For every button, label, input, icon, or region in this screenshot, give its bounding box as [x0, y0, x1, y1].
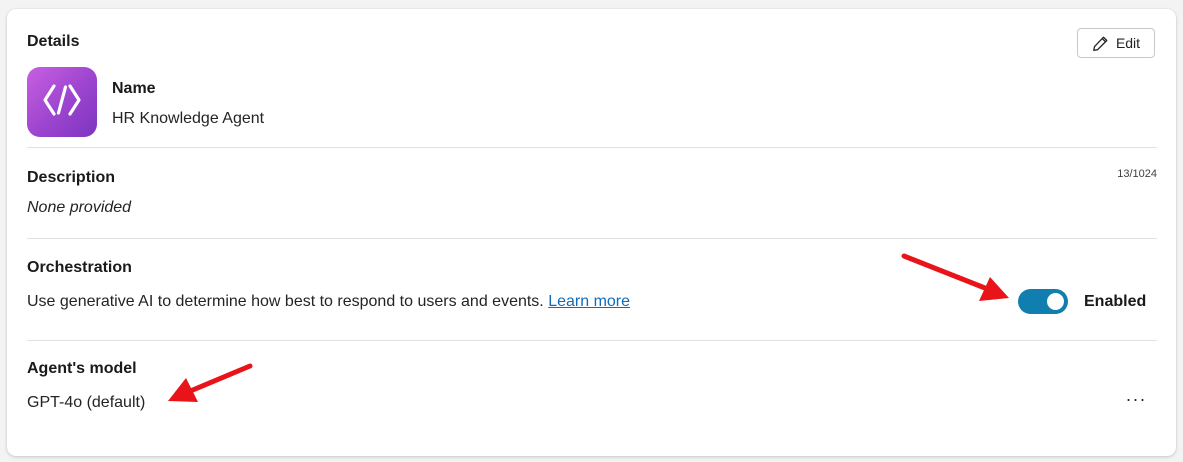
description-value: None provided	[27, 199, 132, 216]
more-options-button[interactable]: ···	[1121, 387, 1151, 411]
divider	[27, 340, 1157, 341]
orchestration-label: Orchestration	[27, 259, 132, 276]
name-label: Name	[112, 80, 156, 97]
name-value: HR Knowledge Agent	[112, 110, 265, 127]
edit-button[interactable]: Edit	[1077, 28, 1155, 58]
section-title: Details	[27, 33, 80, 50]
model-label: Agent's model	[27, 360, 137, 377]
orchestration-toggle[interactable]	[1018, 289, 1068, 314]
orchestration-description: Use generative AI to determine how best …	[27, 293, 544, 310]
divider	[27, 147, 1157, 148]
agent-avatar	[27, 67, 97, 137]
code-brackets-icon	[40, 80, 84, 125]
toggle-status-label: Enabled	[1084, 293, 1147, 310]
divider	[27, 238, 1157, 239]
toggle-knob	[1047, 293, 1064, 310]
char-count: 13/1024	[1117, 168, 1157, 180]
edit-button-label: Edit	[1115, 35, 1141, 51]
learn-more-link[interactable]: Learn more	[548, 293, 630, 310]
details-card: Details Edit Name HR Knowledge Agent Des…	[7, 9, 1176, 456]
pencil-icon	[1092, 35, 1109, 52]
model-value: GPT-4o (default)	[27, 394, 146, 411]
orchestration-text: Use generative AI to determine how best …	[27, 293, 630, 311]
description-label: Description	[27, 169, 116, 186]
